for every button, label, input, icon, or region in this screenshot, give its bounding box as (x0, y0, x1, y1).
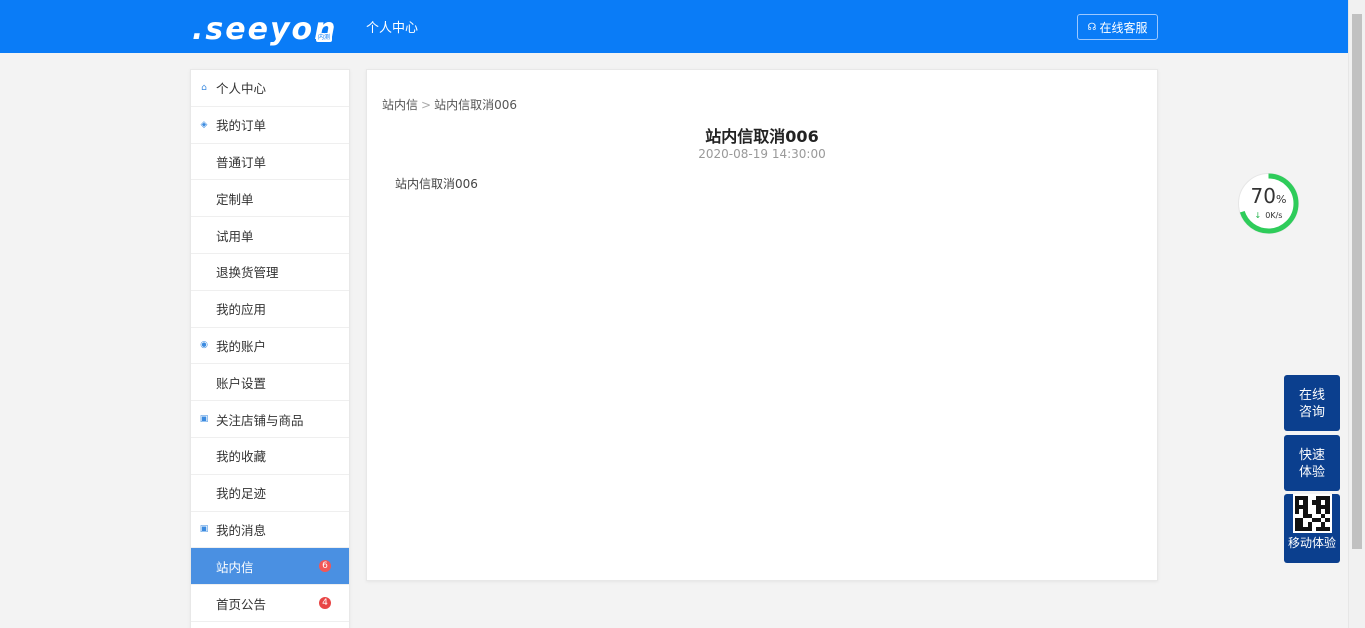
page-scrollbar[interactable] (1348, 0, 1365, 628)
sidebar-item[interactable]: 我的应用 (191, 291, 349, 328)
sidebar-item-label: 我的订单 (216, 118, 267, 134)
sidebar-item-label: 试用单 (216, 228, 254, 244)
online-service-button[interactable]: ☊ 在线客服 (1077, 14, 1158, 40)
sidebar-item[interactable]: 首页公告 4 (191, 585, 349, 622)
sidebar-item-label: 退换货管理 (216, 265, 279, 281)
top-header: .seeyon 内测 个人中心 ☊ 在线客服 (0, 0, 1348, 53)
breadcrumb-link-inbox[interactable]: 站内信 (382, 98, 418, 112)
home-icon: ⌂ (201, 82, 207, 93)
online-consult-button[interactable]: 在线 咨询 (1284, 375, 1340, 431)
sidebar-item-label: 站内信 (216, 559, 254, 575)
mobile-try-label: 移动体验 (1287, 536, 1336, 550)
message-icon: ▣ (199, 524, 209, 535)
sidebar-item-label: 定制单 (216, 191, 254, 207)
sidebar-item[interactable]: 试用单 (191, 217, 349, 254)
gauge-percent: 70% (1250, 184, 1287, 208)
sidebar-item-label: 账户设置 (216, 375, 267, 391)
sidebar-item[interactable]: 普通订单 (191, 144, 349, 181)
sidebar-item[interactable]: 我的收藏 (191, 438, 349, 475)
seeyon-logo[interactable]: .seeyon 内测 (192, 10, 338, 47)
unread-count-badge: 6 (319, 560, 331, 573)
qr-code-icon (1292, 494, 1332, 533)
logo-text: .seeyon (192, 12, 338, 47)
sidebar-item[interactable]: 我的足迹 (191, 475, 349, 512)
headset-icon: ☊ (1087, 21, 1097, 33)
sidebar-item[interactable]: 退换货管理 (191, 254, 349, 291)
breadcrumb-current: 站内信取消006 (434, 98, 517, 112)
sidebar-item-label: 个人中心 (216, 81, 267, 97)
sidebar-item-label: 我的收藏 (216, 449, 267, 465)
scrollbar-thumb[interactable] (1352, 14, 1362, 549)
sidebar-item-label: 关注店铺与商品 (216, 412, 304, 428)
mobile-try-button[interactable]: 移动体验 (1284, 494, 1340, 563)
sidebar-item[interactable]: ◈ 我的订单 (191, 107, 349, 144)
sidebar-item[interactable]: ⌂ 个人中心 (191, 70, 349, 107)
message-title: 站内信取消006 (705, 127, 819, 146)
sidebar-item[interactable]: ▣ 我的消息 (191, 512, 349, 549)
sidebar: ⌂ 个人中心 ◈ 我的订单普通订单定制单试用单退换货管理我的应用 ◉ 我的账户账户设置 ▣ 关… (190, 69, 350, 628)
layers-icon: ◈ (200, 119, 208, 130)
sidebar-item-label: 我的账户 (216, 338, 267, 354)
sidebar-item-label: 我的消息 (216, 522, 267, 538)
sidebar-item[interactable]: ◉ 我的账户 (191, 328, 349, 365)
store-icon: ▣ (199, 414, 209, 425)
sidebar-item-label: 普通订单 (216, 154, 267, 170)
page-title: 个人中心 (366, 21, 419, 36)
breadcrumb: 站内信 > 站内信取消006 (382, 96, 517, 113)
sidebar-item-label: 我的应用 (216, 302, 267, 318)
sidebar-item-label: 我的足迹 (216, 486, 267, 502)
message-body: 站内信取消006 (395, 177, 478, 191)
message-detail-panel: 站内信 > 站内信取消006 站内信取消006 2020-08-19 14:30:0… (366, 69, 1158, 581)
online-service-label: 在线客服 (1099, 20, 1148, 35)
arrow-down-icon: ↓ (1254, 211, 1262, 220)
chevron-right-icon: > (421, 98, 432, 112)
sidebar-item[interactable]: 账户设置 (191, 364, 349, 402)
gauge-speed: ↓ 0K/s (1254, 211, 1283, 220)
account-icon: ◉ (200, 340, 208, 351)
sidebar-item-label: 首页公告 (216, 596, 267, 612)
quick-try-button[interactable]: 快速 体验 (1284, 435, 1340, 491)
network-speed-gauge[interactable]: 70% ↓ 0K/s (1236, 171, 1301, 236)
sidebar-item[interactable]: 站内信 6 (191, 548, 349, 586)
unread-count-badge: 4 (319, 597, 331, 610)
logo-tag: 内测 (316, 33, 333, 42)
message-time: 2020-08-19 14:30:00 (698, 147, 826, 161)
sidebar-item[interactable]: 定制单 (191, 180, 349, 218)
sidebar-item[interactable]: ▣ 关注店铺与商品 (191, 401, 349, 438)
